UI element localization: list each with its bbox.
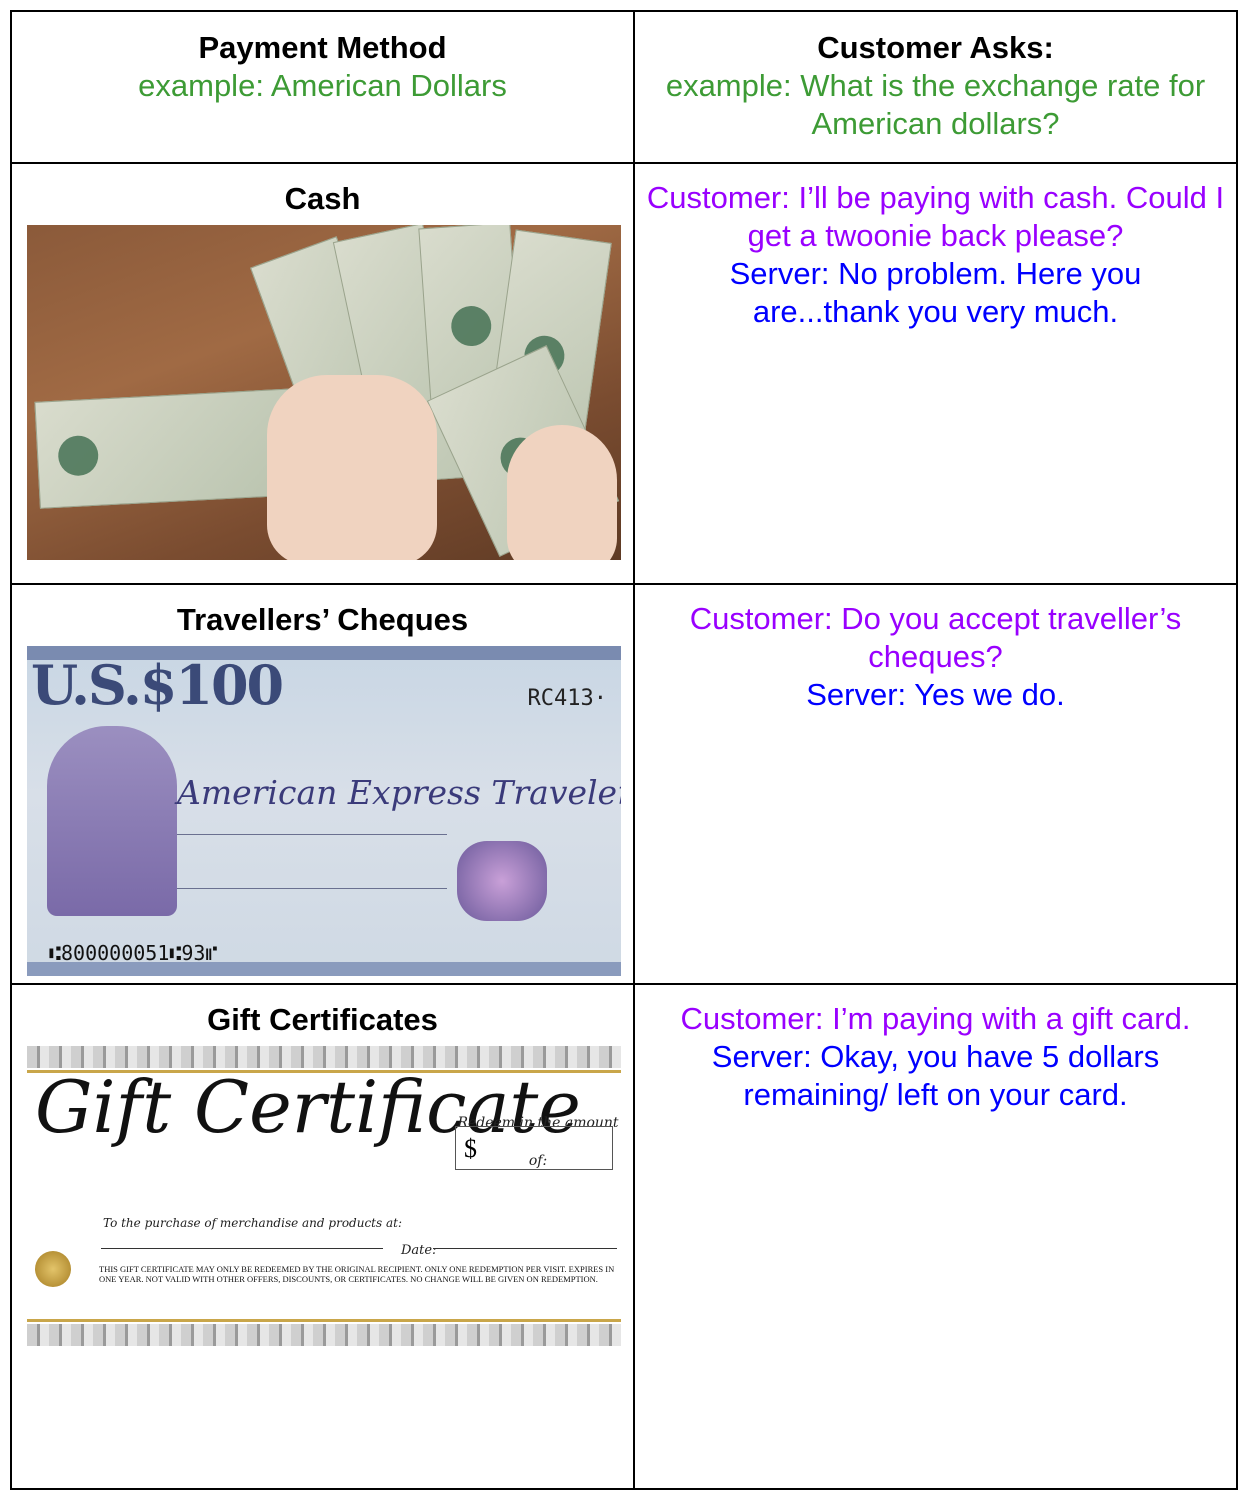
header-payment-method-title: Payment Method bbox=[198, 30, 447, 65]
server-line: Server: No problem. Here you are...thank… bbox=[729, 256, 1142, 329]
cheque-name: American Express Travelers Cheque bbox=[177, 773, 621, 812]
cash-image bbox=[27, 225, 621, 560]
cheque-serial: RC413· bbox=[527, 686, 607, 711]
customer-line: Customer: I’m paying with a gift card. bbox=[680, 1001, 1191, 1036]
dialog: Customer: Do you accept traveller’s cheq… bbox=[635, 585, 1236, 714]
table-row-gift-certificates: Gift Certificates Gift Certificate Redee… bbox=[10, 983, 1238, 1490]
customer-line: Customer: I’ll be paying with cash. Coul… bbox=[646, 180, 1225, 253]
gold-seal-icon bbox=[35, 1251, 71, 1287]
dialog-cell: Customer: I’ll be paying with cash. Coul… bbox=[633, 162, 1238, 585]
payment-method-title: Travellers’ Cheques bbox=[176, 602, 469, 637]
dialog-cell: Customer: Do you accept traveller’s cheq… bbox=[633, 583, 1238, 985]
payment-method-title: Cash bbox=[284, 181, 361, 216]
table-row-cash: Cash Customer: I’ll be paying with cash.… bbox=[10, 162, 1238, 585]
header-row: Payment Method example: American Dollars… bbox=[10, 10, 1238, 164]
gift-fine-print: THIS GIFT CERTIFICATE MAY ONLY BE REDEEM… bbox=[99, 1264, 615, 1284]
header-payment-method-example: example: American Dollars bbox=[138, 68, 507, 103]
header-customer-asks-title: Customer Asks: bbox=[817, 30, 1054, 65]
gift-purchase-label: To the purchase of merchandise and produ… bbox=[103, 1216, 402, 1230]
header-payment-method-cell: Payment Method example: American Dollars bbox=[10, 10, 635, 164]
gift-amount-box: $ bbox=[455, 1126, 613, 1170]
server-line: Server: Okay, you have 5 dollars remaini… bbox=[711, 1039, 1160, 1112]
dialog: Customer: I’m paying with a gift card. S… bbox=[635, 985, 1236, 1114]
customer-line: Customer: Do you accept traveller’s cheq… bbox=[689, 601, 1182, 674]
payment-method-cell: Gift Certificates Gift Certificate Redee… bbox=[10, 983, 635, 1490]
gift-certificate-image: Gift Certificate Redeem in the amount of… bbox=[27, 1046, 621, 1346]
dialog: Customer: I’ll be paying with cash. Coul… bbox=[635, 164, 1236, 331]
payment-method-title: Gift Certificates bbox=[207, 1002, 438, 1037]
dialog-cell: Customer: I’m paying with a gift card. S… bbox=[633, 983, 1238, 1490]
cheque-amount: U.S.$100 bbox=[31, 653, 284, 717]
server-line: Server: Yes we do. bbox=[806, 677, 1065, 712]
header-customer-asks-example: example: What is the exchange rate for A… bbox=[665, 68, 1206, 141]
payment-method-cell: Cash bbox=[10, 162, 635, 585]
table-row-travellers-cheques: Travellers’ Cheques U.S.$100 RC413· Amer… bbox=[10, 583, 1238, 985]
payment-methods-table: Payment Method example: American Dollars… bbox=[10, 10, 1238, 1490]
travellers-cheque-image: U.S.$100 RC413· American Express Travele… bbox=[27, 646, 621, 976]
payment-method-cell: Travellers’ Cheques U.S.$100 RC413· Amer… bbox=[10, 583, 635, 985]
header-customer-asks-cell: Customer Asks: example: What is the exch… bbox=[633, 10, 1238, 164]
